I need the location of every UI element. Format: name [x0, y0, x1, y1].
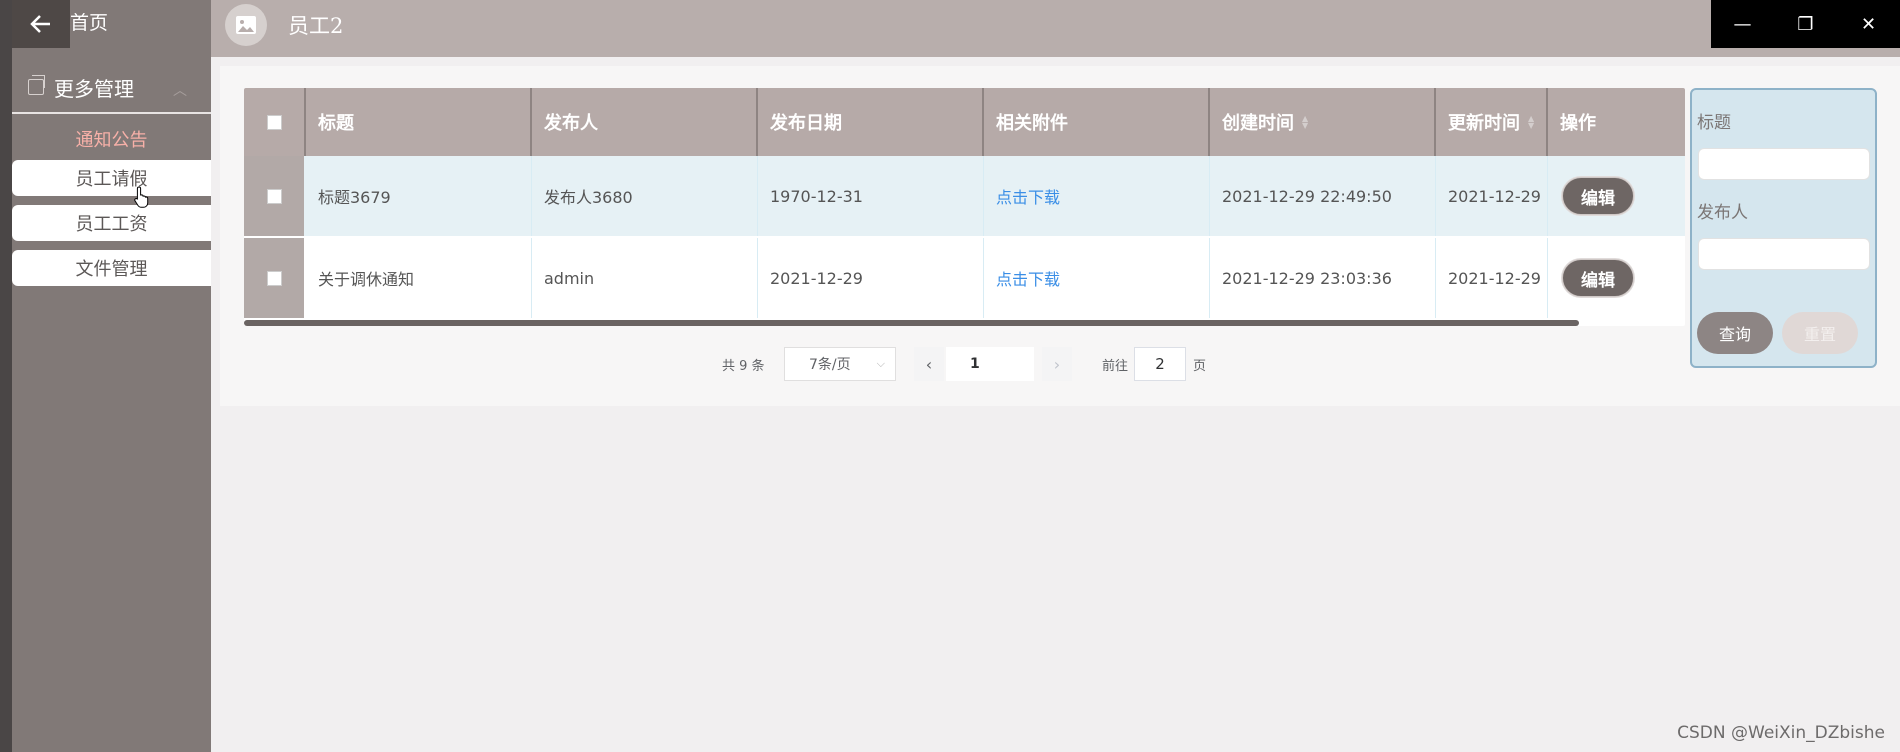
search-title-label: 标题	[1697, 113, 1731, 133]
query-button[interactable]: 查询	[1697, 312, 1773, 354]
chevron-up-icon: ︿	[173, 83, 187, 99]
copy-icon	[28, 75, 45, 95]
col-header-updated-label: 更新时间	[1448, 113, 1520, 134]
cell-action: 编辑	[1548, 238, 1685, 318]
col-header-publish-date: 发布日期	[758, 88, 984, 156]
cell-created: 2021-12-29 23:03:36	[1210, 238, 1436, 318]
table-header: 标题 发布人 发布日期 相关附件 创建时间 ▲ ▼ 更新时间 ▲ ▼ 操作	[244, 88, 1685, 156]
restore-icon[interactable]: ❐	[1774, 0, 1837, 48]
sidebar: 首页 更多管理 ︿ 通知公告 员工请假 员工工资 文件管理	[12, 0, 211, 752]
image-icon	[236, 16, 256, 34]
cell-attachment: 点击下载	[984, 238, 1210, 318]
hand-cursor-icon	[134, 186, 149, 208]
col-header-action: 操作	[1560, 113, 1596, 134]
page-size-value: 7条/页	[809, 357, 851, 373]
sidebar-item-leave[interactable]: 员工请假	[12, 160, 211, 196]
goto-suffix: 页	[1193, 358, 1207, 374]
search-publisher-label: 发布人	[1697, 203, 1748, 223]
data-table: 标题 发布人 发布日期 相关附件 创建时间 ▲ ▼ 更新时间 ▲ ▼ 操作 标题36…	[244, 88, 1685, 326]
row-select-cell	[244, 238, 304, 318]
app-logo	[225, 4, 267, 46]
minimize-icon[interactable]: —	[1711, 0, 1774, 48]
search-title-input[interactable]	[1698, 148, 1870, 180]
page-size-select[interactable]: 7条/页 ⌵	[784, 347, 896, 381]
edit-button[interactable]: 编辑	[1562, 177, 1634, 215]
cell-publish-date: 1970-12-31	[758, 156, 984, 236]
table-row: 标题3679 发布人3680 1970-12-31 点击下载 2021-12-2…	[244, 156, 1685, 236]
select-all-checkbox[interactable]	[266, 114, 282, 130]
select-all-cell	[244, 88, 306, 156]
cell-title: 关于调休通知	[306, 238, 532, 318]
next-page-button[interactable]: ›	[1042, 347, 1072, 381]
cell-created: 2021-12-29 22:49:50	[1210, 156, 1436, 236]
arrow-left-icon	[30, 15, 50, 33]
cell-updated: 2021-12-29	[1436, 156, 1548, 236]
watermark: CSDN @WeiXin_DZbishe	[1677, 723, 1885, 743]
left-edge-strip	[0, 0, 12, 752]
top-bar: 员工2 — ❐ ✕	[211, 0, 1900, 57]
window-controls: — ❐ ✕	[1711, 0, 1900, 48]
prev-page-button[interactable]: ‹	[914, 347, 944, 381]
row-select-cell	[244, 156, 304, 236]
cell-updated: 2021-12-29	[1436, 238, 1548, 318]
row-checkbox[interactable]	[266, 270, 282, 286]
table-row: 关于调休通知 admin 2021-12-29 点击下载 2021-12-29 …	[244, 238, 1685, 318]
goto-prefix: 前往	[1102, 358, 1129, 374]
download-link[interactable]: 点击下载	[996, 266, 1060, 290]
col-header-title: 标题	[306, 88, 532, 156]
col-header-publisher: 发布人	[532, 88, 758, 156]
sort-icon[interactable]: ▲ ▼	[1528, 115, 1534, 130]
col-header-attachment: 相关附件	[984, 88, 1210, 156]
col-header-created[interactable]: 创建时间 ▲ ▼	[1210, 88, 1436, 156]
goto-page-input[interactable]: 2	[1134, 347, 1186, 381]
horizontal-scrollbar[interactable]	[244, 320, 1579, 326]
close-icon[interactable]: ✕	[1837, 0, 1900, 48]
page-title: 员工2	[288, 14, 344, 38]
cell-title: 标题3679	[306, 156, 532, 236]
search-publisher-input[interactable]	[1698, 238, 1870, 270]
chevron-right-icon: ›	[1053, 354, 1061, 374]
cell-publish-date: 2021-12-29	[758, 238, 984, 318]
back-button[interactable]	[12, 0, 70, 48]
sidebar-item-files[interactable]: 文件管理	[12, 250, 211, 286]
edit-button[interactable]: 编辑	[1562, 259, 1634, 297]
cell-publisher: 发布人3680	[532, 156, 758, 236]
sidebar-item-salary[interactable]: 员工工资	[12, 205, 211, 241]
home-link[interactable]: 首页	[70, 8, 108, 35]
chevron-down-icon: ⌵	[876, 357, 885, 370]
col-header-created-label: 创建时间	[1222, 113, 1294, 134]
cell-action: 编辑	[1548, 156, 1685, 236]
sidebar-item-notice[interactable]: 通知公告	[12, 126, 211, 152]
pagination-total: 共 9 条	[722, 358, 765, 374]
current-page[interactable]: 1	[946, 347, 1034, 381]
cell-publisher: admin	[532, 238, 758, 318]
download-link[interactable]: 点击下载	[996, 184, 1060, 208]
col-header-updated[interactable]: 更新时间 ▲ ▼	[1436, 88, 1548, 156]
sort-icon[interactable]: ▲ ▼	[1302, 115, 1308, 130]
reset-button[interactable]: 重置	[1782, 312, 1858, 354]
more-management-menu[interactable]: 更多管理 ︿	[12, 62, 211, 114]
cell-attachment: 点击下载	[984, 156, 1210, 236]
chevron-left-icon: ‹	[925, 354, 933, 374]
search-panel: 标题 发布人 查询 重置	[1690, 88, 1877, 368]
more-management-label: 更多管理	[54, 76, 134, 101]
row-checkbox[interactable]	[266, 188, 282, 204]
